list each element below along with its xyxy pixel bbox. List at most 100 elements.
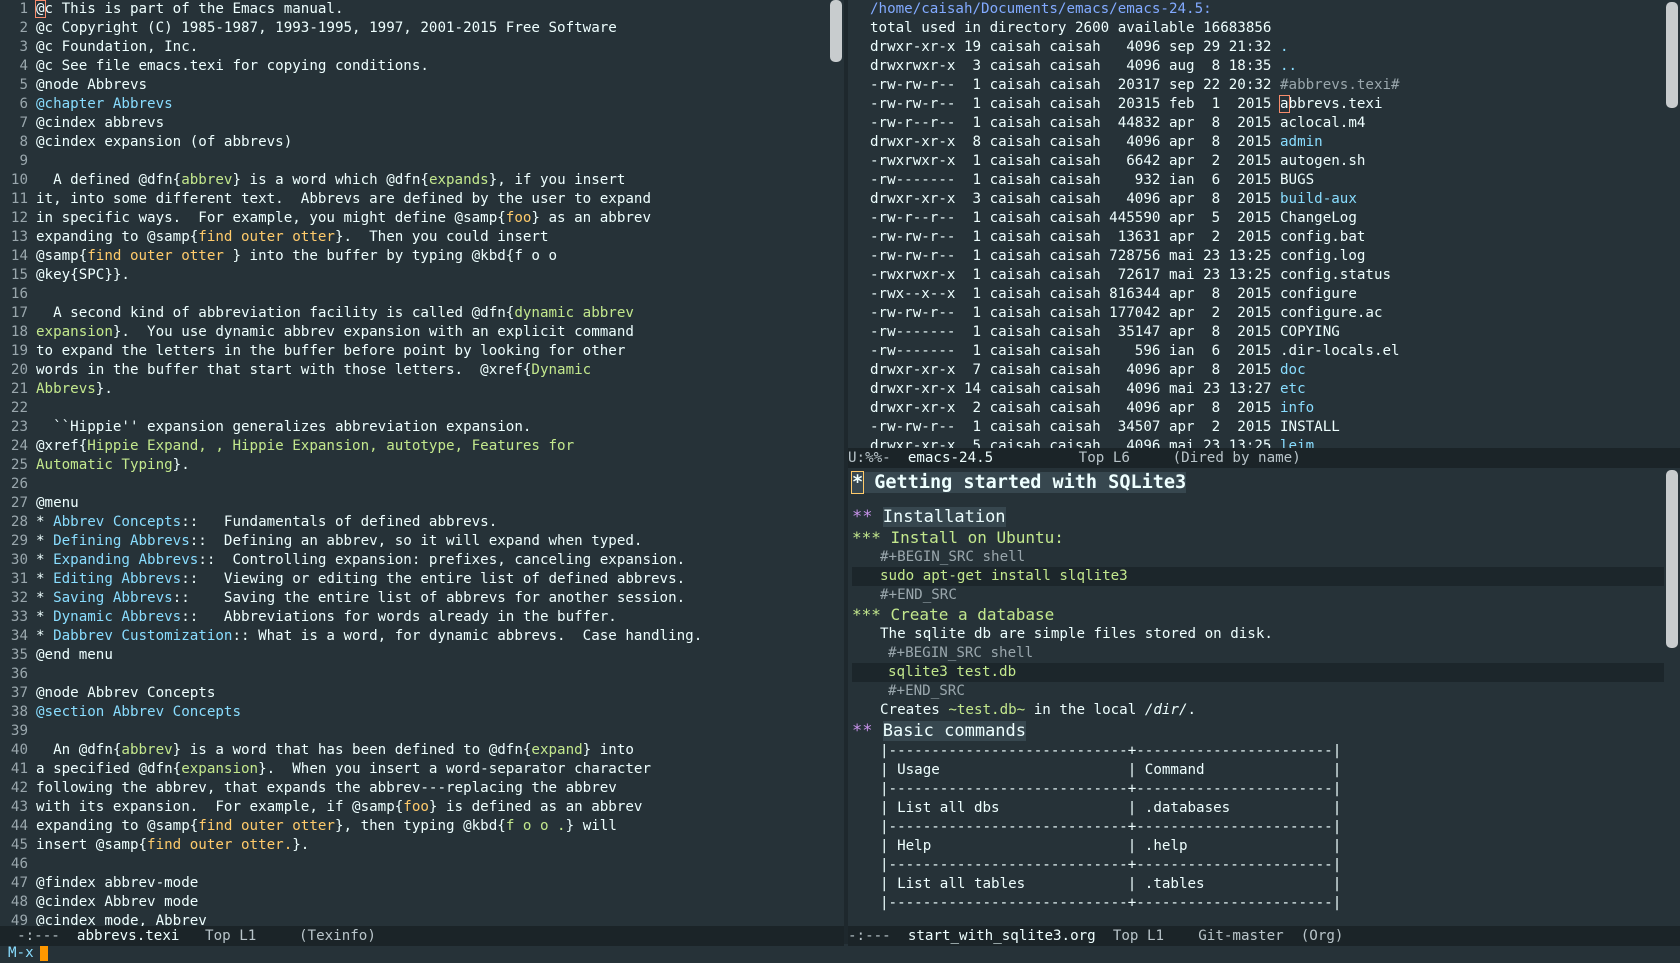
code-line[interactable]: 18 expansion}. You use dynamic abbrev exp… (0, 323, 826, 342)
dired-entry[interactable]: drwxr-xr-x 2 caisah caisah 4096 apr 8 20… (870, 399, 1660, 418)
org-window[interactable]: * Getting started with SQLite3 ** Instal… (848, 468, 1680, 926)
texinfo-buffer[interactable]: 1 @c This is part of the Emacs manual. 2 @c… (0, 0, 826, 926)
code-line[interactable]: 12 in specific ways. For example, you mig… (0, 209, 826, 228)
code-line[interactable]: 31 * Editing Abbrevs:: Viewing or editing… (0, 570, 826, 589)
org-scrollbar-thumb[interactable] (1666, 470, 1678, 648)
dired-entry[interactable]: -rwxrwxr-x 1 caisah caisah 72617 mai 23 … (870, 266, 1660, 285)
dired-entry-name[interactable]: config.log (1280, 248, 1365, 264)
code-line[interactable]: 13 expanding to @samp{find outer otter}. … (0, 228, 826, 247)
code-line[interactable]: 36 (0, 665, 826, 684)
code-line[interactable]: 8 @cindex expansion (of abbrevs) (0, 133, 826, 152)
code-line[interactable]: 15 @key{SPC}}. (0, 266, 826, 285)
dired-entry[interactable]: -rwxrwxr-x 1 caisah caisah 6642 apr 2 20… (870, 152, 1660, 171)
dired-entry-name[interactable]: configure (1280, 286, 1357, 302)
code-line[interactable]: 35 @end menu (0, 646, 826, 665)
code-line[interactable]: 22 (0, 399, 826, 418)
code-line[interactable]: 3 @c Foundation, Inc. (0, 38, 826, 57)
code-line[interactable]: 9 (0, 152, 826, 171)
dired-entry-name[interactable]: .. (1280, 58, 1297, 74)
code-line[interactable]: 14 @samp{find outer otter } into the buff… (0, 247, 826, 266)
dired-entry[interactable]: -rw-rw-r-- 1 caisah caisah 34507 apr 2 2… (870, 418, 1660, 437)
org-buffer[interactable]: * Getting started with SQLite3 ** Instal… (850, 468, 1664, 913)
dired-entry-name[interactable]: config.status (1280, 267, 1391, 283)
dired-entry[interactable]: drwxrwxr-x 3 caisah caisah 4096 aug 8 18… (870, 57, 1660, 76)
code-line[interactable]: 5 @node Abbrevs (0, 76, 826, 95)
code-line[interactable]: 41 a specified @dfn{expansion}. When you … (0, 760, 826, 779)
code-line[interactable]: 11 it, into some different text. Abbrevs … (0, 190, 826, 209)
code-line[interactable]: 33 * Dynamic Abbrevs:: Abbreviations for … (0, 608, 826, 627)
dired-entry-name[interactable]: config.bat (1280, 229, 1365, 245)
dired-entry[interactable]: -rw-rw-r-- 1 caisah caisah 177042 apr 2 … (870, 304, 1660, 323)
dired-entry-name[interactable]: build-aux (1280, 191, 1357, 207)
dired-entry[interactable]: drwxr-xr-x 14 caisah caisah 4096 mai 23 … (870, 380, 1660, 399)
dired-entry[interactable]: -rw-rw-r-- 1 caisah caisah 728756 mai 23… (870, 247, 1660, 266)
code-line[interactable]: 6 @chapter Abbrevs (0, 95, 826, 114)
dired-entry-name[interactable]: etc (1280, 381, 1306, 397)
dired-entry-name[interactable]: configure.ac (1280, 305, 1383, 321)
dired-window[interactable]: /home/caisah/Documents/emacs/emacs-24.5:… (848, 0, 1680, 448)
code-line[interactable]: 47 @findex abbrev-mode (0, 874, 826, 893)
dired-entry[interactable]: drwxr-xr-x 5 caisah caisah 4096 mai 23 1… (870, 437, 1660, 448)
code-line[interactable]: 43 with its expansion. For example, if @s… (0, 798, 826, 817)
dired-entry-name[interactable]: BUGS (1280, 172, 1314, 188)
dired-entry[interactable]: -rw-rw-r-- 1 caisah caisah 20317 sep 22 … (870, 76, 1660, 95)
code-line[interactable]: 20 words in the buffer that start with th… (0, 361, 826, 380)
minibuffer[interactable]: M-x (0, 944, 1680, 963)
code-line[interactable]: 19 to expand the letters in the buffer be… (0, 342, 826, 361)
code-line[interactable]: 10 A defined @dfn{abbrev} is a word whic… (0, 171, 826, 190)
dired-entry[interactable]: -rw------- 1 caisah caisah 932 ian 6 201… (870, 171, 1660, 190)
code-line[interactable]: 7 @cindex abbrevs (0, 114, 826, 133)
dired-entry-name[interactable]: doc (1280, 362, 1306, 378)
dired-entry[interactable]: drwxr-xr-x 19 caisah caisah 4096 sep 29 … (870, 38, 1660, 57)
dired-scrollbar-thumb[interactable] (1666, 2, 1678, 108)
code-line[interactable]: 4 @c See file emacs.texi for copying cond… (0, 57, 826, 76)
dired-entry[interactable]: -rw-rw-r-- 1 caisah caisah 20315 feb 1 2… (870, 95, 1660, 114)
code-line[interactable]: 30 * Expanding Abbrevs:: Controlling expa… (0, 551, 826, 570)
org-scrollbar[interactable] (1666, 468, 1678, 926)
left-scrollbar-thumb[interactable] (830, 0, 842, 62)
dired-entry-name[interactable]: ChangeLog (1280, 210, 1357, 226)
code-line[interactable]: 40 An @dfn{abbrev} is a word that has be… (0, 741, 826, 760)
code-line[interactable]: 46 (0, 855, 826, 874)
code-line[interactable]: 29 * Defining Abbrevs:: Defining an abbre… (0, 532, 826, 551)
code-line[interactable]: 49 @cindex mode, Abbrev (0, 912, 826, 926)
dired-entry-name[interactable]: . (1280, 39, 1289, 55)
dired-entry-name[interactable]: aclocal.m4 (1280, 115, 1365, 131)
dired-entry[interactable]: -rw-r--r-- 1 caisah caisah 445590 apr 5 … (870, 209, 1660, 228)
code-line[interactable]: 42 following the abbrev, that expands the… (0, 779, 826, 798)
code-line[interactable]: 16 (0, 285, 826, 304)
dired-entry-name[interactable]: admin (1280, 134, 1323, 150)
code-line[interactable]: 24 @xref{Hippie Expand, , Hippie Expansio… (0, 437, 826, 456)
code-line[interactable]: 32 * Saving Abbrevs:: Saving the entire l… (0, 589, 826, 608)
code-line[interactable]: 21 Abbrevs}. (0, 380, 826, 399)
code-line[interactable]: 37 @node Abbrev Concepts (0, 684, 826, 703)
code-line[interactable]: 45 insert @samp{find outer otter.}. (0, 836, 826, 855)
dired-entry-name[interactable]: leim (1280, 438, 1314, 448)
dired-entry-name[interactable]: #abbrevs.texi# (1280, 77, 1400, 93)
dired-entry-name[interactable]: .dir-locals.el (1280, 343, 1400, 359)
dired-entry[interactable]: -rw------- 1 caisah caisah 35147 apr 8 2… (870, 323, 1660, 342)
code-line[interactable]: 39 (0, 722, 826, 741)
texinfo-window[interactable]: 1 @c This is part of the Emacs manual. 2 @c… (0, 0, 844, 926)
dired-entry[interactable]: -rw-rw-r-- 1 caisah caisah 13631 apr 2 2… (870, 228, 1660, 247)
code-line[interactable]: 34 * Dabbrev Customization:: What is a wo… (0, 627, 826, 646)
code-line[interactable]: 1 @c This is part of the Emacs manual. (0, 0, 826, 19)
code-line[interactable]: 2 @c Copyright (C) 1985-1987, 1993-1995, … (0, 19, 826, 38)
dired-entry[interactable]: -rwx--x--x 1 caisah caisah 816344 apr 8 … (870, 285, 1660, 304)
dired-buffer[interactable]: /home/caisah/Documents/emacs/emacs-24.5:… (870, 0, 1660, 448)
code-line[interactable]: 27 @menu (0, 494, 826, 513)
left-scrollbar[interactable] (830, 0, 842, 926)
dired-entry-name[interactable]: info (1280, 400, 1314, 416)
dired-entry[interactable]: -rw------- 1 caisah caisah 596 ian 6 201… (870, 342, 1660, 361)
dired-entry[interactable]: -rw-r--r-- 1 caisah caisah 44832 apr 8 2… (870, 114, 1660, 133)
code-line[interactable]: 26 (0, 475, 826, 494)
dired-entry[interactable]: drwxr-xr-x 8 caisah caisah 4096 apr 8 20… (870, 133, 1660, 152)
code-line[interactable]: 23 ``Hippie'' expansion generalizes abbr… (0, 418, 826, 437)
dired-entry[interactable]: drwxr-xr-x 7 caisah caisah 4096 apr 8 20… (870, 361, 1660, 380)
code-line[interactable]: 28 * Abbrev Concepts:: Fundamentals of de… (0, 513, 826, 532)
code-line[interactable]: 25 Automatic Typing}. (0, 456, 826, 475)
code-line[interactable]: 48 @cindex Abbrev mode (0, 893, 826, 912)
dired-scrollbar[interactable] (1666, 0, 1678, 448)
dired-entry-name[interactable]: autogen.sh (1280, 153, 1365, 169)
dired-entry-name[interactable]: INSTALL (1280, 419, 1340, 435)
